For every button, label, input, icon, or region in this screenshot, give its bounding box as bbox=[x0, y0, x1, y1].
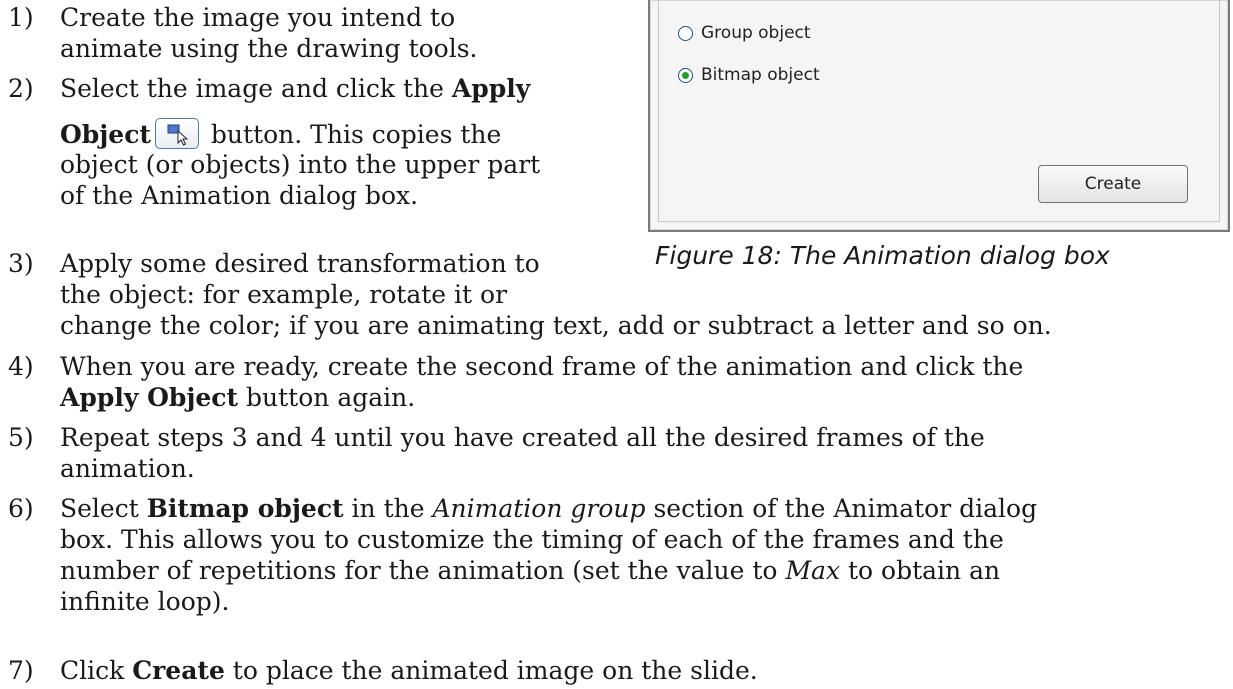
step-text: animation. bbox=[60, 454, 195, 483]
step-number: 4) bbox=[8, 352, 34, 381]
step-text: number of repetitions for the animation … bbox=[60, 556, 1001, 585]
step-text: the object: for example, rotate it or bbox=[60, 280, 508, 309]
step-text: Create the image you intend to bbox=[60, 3, 456, 32]
step-text: When you are ready, create the second fr… bbox=[60, 352, 1024, 381]
step-text: infinite loop). bbox=[60, 587, 230, 616]
step-number: 5) bbox=[8, 423, 34, 452]
step-text: Object button. This copies the bbox=[60, 118, 502, 149]
step-number: 3) bbox=[8, 249, 34, 278]
step-text: of the Animation dialog box. bbox=[60, 181, 419, 210]
radio-button-checked[interactable] bbox=[678, 68, 693, 83]
figure-caption: Figure 18: The Animation dialog box bbox=[655, 241, 1110, 270]
step-text: Click Create to place the animated image… bbox=[60, 656, 758, 685]
step-text: Select Bitmap object in the Animation gr… bbox=[60, 494, 1038, 523]
bitmap-object-option[interactable]: Bitmap object bbox=[678, 60, 820, 91]
step-number: 1) bbox=[8, 3, 34, 32]
create-button[interactable]: Create bbox=[1038, 165, 1188, 203]
step-number: 6) bbox=[8, 494, 34, 523]
step-number: 2) bbox=[8, 74, 34, 103]
step-text: Select the image and click the Apply bbox=[60, 74, 531, 103]
step-text: Repeat steps 3 and 4 until you have crea… bbox=[60, 423, 985, 452]
step-text: Apply Object button again. bbox=[60, 383, 416, 412]
option-label: Bitmap object bbox=[701, 65, 820, 85]
animation-dialog: Group object Bitmap object Create bbox=[648, 0, 1230, 232]
radio-button[interactable] bbox=[678, 26, 693, 41]
step-text: box. This allows you to customize the ti… bbox=[60, 525, 1004, 554]
step-text: Apply some desired transformation to bbox=[60, 249, 540, 278]
step-text: animate using the drawing tools. bbox=[60, 34, 478, 63]
option-label: Group object bbox=[701, 23, 811, 43]
apply-object-icon bbox=[154, 118, 199, 149]
step-number: 7) bbox=[8, 656, 34, 685]
group-object-option[interactable]: Group object bbox=[678, 18, 811, 49]
step-text: object (or objects) into the upper part bbox=[60, 150, 541, 179]
step-text: change the color; if you are animating t… bbox=[60, 311, 1052, 340]
